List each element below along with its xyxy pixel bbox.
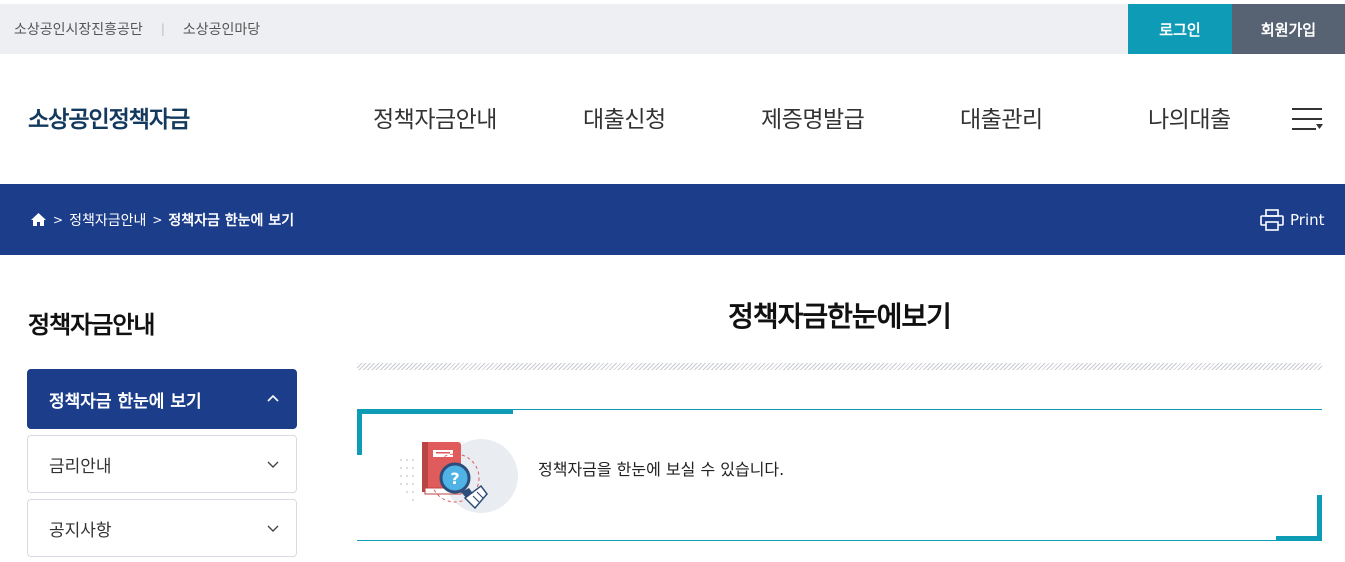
chevron-right-icon: > [53, 212, 64, 227]
book-magnifier-icon: ? [400, 439, 518, 513]
utility-links: 소상공인시장진흥공단 | 소상공인마당 [14, 4, 260, 54]
svg-text:?: ? [450, 469, 459, 488]
print-button[interactable]: Print [1260, 184, 1325, 255]
link-sbiz-madang[interactable]: 소상공인마당 [183, 19, 260, 39]
utility-separator: | [160, 22, 165, 36]
nav-my-loans[interactable]: 나의대출 [1148, 100, 1231, 134]
info-box: ? 정책자금을 한눈에 보실 수 있습니다. [357, 409, 1322, 541]
sidebar-title: 정책자금안내 [28, 311, 155, 339]
sidebar-item-label: 공지사항 [49, 520, 112, 541]
breadcrumb-item[interactable]: 정책자금안내 [69, 210, 146, 230]
chevron-right-icon: > [152, 212, 163, 227]
sidebar-item-interest-rate[interactable]: 금리안내 [27, 435, 297, 493]
breadcrumb: > 정책자금안내 > 정책자금 한눈에 보기 [30, 184, 294, 255]
sidebar-item-overview[interactable]: 정책자금 한눈에 보기 [27, 369, 297, 429]
sidebar-item-label: 정책자금 한눈에 보기 [49, 391, 202, 412]
breadcrumb-current: 정책자금 한눈에 보기 [168, 212, 295, 229]
home-icon[interactable] [30, 212, 47, 227]
breadcrumb-bar: > 정책자금안내 > 정책자금 한눈에 보기 Print [0, 184, 1345, 255]
login-button[interactable]: 로그인 [1128, 4, 1232, 54]
info-description: 정책자금을 한눈에 보실 수 있습니다. [538, 460, 785, 479]
sidebar-item-label: 금리안내 [49, 456, 112, 477]
link-semas[interactable]: 소상공인시장진흥공단 [14, 19, 143, 39]
printer-icon [1260, 208, 1284, 231]
chevron-down-icon [267, 525, 279, 532]
signup-button[interactable]: 회원가입 [1232, 4, 1345, 54]
chevron-up-icon [267, 394, 279, 402]
utility-bar: 소상공인시장진흥공단 | 소상공인마당 로그인 회원가입 [0, 4, 1345, 54]
site-logo[interactable]: 소상공인정책자금 [28, 100, 190, 134]
sidebar-item-notices[interactable]: 공지사항 [27, 499, 297, 557]
chevron-down-icon [267, 461, 279, 468]
print-label: Print [1290, 210, 1325, 229]
nav-loan-application[interactable]: 대출신청 [583, 100, 666, 134]
hatched-divider [357, 363, 1322, 370]
nav-certificates[interactable]: 제증명발급 [761, 100, 865, 134]
nav-policy-fund-info[interactable]: 정책자금안내 [373, 100, 497, 134]
hamburger-menu-icon[interactable] [1292, 108, 1323, 130]
page-title: 정책자금한눈에보기 [728, 300, 952, 333]
nav-loan-management[interactable]: 대출관리 [960, 100, 1043, 134]
